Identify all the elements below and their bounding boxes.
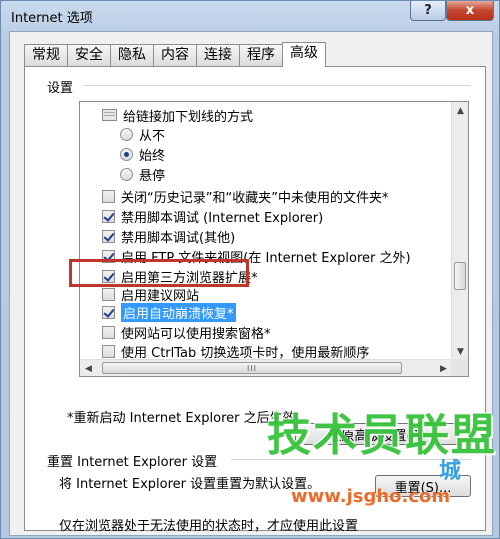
checkbox-icon[interactable] — [102, 229, 115, 243]
tab-programs[interactable]: 程序 — [239, 44, 283, 66]
radio-label: 悬停 — [139, 168, 166, 184]
checkbox-icon[interactable] — [102, 305, 115, 319]
radio-hover[interactable]: 悬停 — [120, 164, 165, 184]
horizontal-scrollbar[interactable]: ◀ III ▶ — [80, 359, 452, 376]
radio-never[interactable]: 从不 — [120, 124, 165, 144]
tab-security[interactable]: 安全 — [67, 44, 111, 66]
scrollbar-corner — [451, 359, 468, 376]
checkbox-icon[interactable] — [102, 189, 115, 203]
scroll-down-arrow-icon[interactable]: ▼ — [452, 343, 468, 360]
checkbox-label: 关闭“历史记录”和“收藏夹”中未使用的文件夹* — [121, 190, 389, 206]
watermark-city: 城 — [439, 459, 462, 484]
checkbox-icon[interactable] — [102, 287, 115, 301]
checkbox-disable-script-debug-ie[interactable]: 禁用脚本调试 (Internet Explorer) — [102, 206, 323, 226]
tab-advanced[interactable]: 高级 — [282, 42, 326, 67]
restart-note: *重新启动 Internet Explorer 之后生效 — [67, 411, 296, 426]
vertical-scrollbar[interactable]: ▲ ▼ — [451, 102, 468, 360]
help-button[interactable]: ? — [410, 1, 446, 21]
checkbox-label: 启用建议网站 — [121, 288, 200, 304]
checkbox-label: 使用 CtrlTab 切换选项卡时，使用最新顺序 — [121, 345, 370, 361]
checkbox-label: 禁用脚本调试(其他) — [121, 230, 236, 246]
radio-label: 始终 — [139, 148, 166, 164]
checkbox-icon[interactable] — [102, 325, 115, 339]
red-highlight-annotation — [69, 259, 249, 287]
checkbox-disable-script-debug-other[interactable]: 禁用脚本调试(其他) — [102, 226, 235, 246]
watermark-brand: 技术员联盟 — [267, 410, 497, 461]
scroll-right-arrow-icon[interactable]: ▶ — [435, 360, 452, 376]
checkbox-label: 启用自动崩溃恢复* — [121, 302, 236, 322]
scroll-left-arrow-icon[interactable]: ◀ — [80, 360, 97, 376]
settings-divider — [83, 85, 471, 86]
window-title: Internet 选项 — [11, 11, 93, 26]
settings-group-label: 设置 — [47, 81, 74, 96]
checkbox-auto-crash-recovery[interactable]: 启用自动崩溃恢复* — [102, 302, 236, 322]
internet-options-window: Internet 选项 ? x 常规 安全 隐私 内容 连接 程序 高级 设置 … — [0, 0, 500, 539]
checkbox-ctrl-tab-order[interactable]: 使用 CtrlTab 切换选项卡时，使用最新顺序 — [102, 341, 369, 360]
checkbox-suggested-sites[interactable]: 启用建议网站 — [102, 284, 199, 304]
tab-privacy[interactable]: 隐私 — [110, 44, 154, 66]
radio-icon[interactable] — [120, 127, 133, 141]
radio-always[interactable]: 始终 — [120, 144, 165, 164]
scroll-up-arrow-icon[interactable]: ▲ — [452, 102, 468, 119]
settings-list[interactable]: 给链接加下划线的方式 从不 始终 悬停 关闭“历史记录”和“收藏夹”中未使用的文… — [79, 101, 469, 377]
horizontal-scroll-thumb[interactable]: III — [102, 362, 402, 374]
radio-icon[interactable] — [120, 167, 133, 181]
tab-connections[interactable]: 连接 — [196, 44, 240, 66]
tab-strip: 常规 安全 隐私 内容 连接 程序 高级 — [24, 42, 326, 67]
radio-label: 从不 — [139, 128, 166, 144]
radio-icon[interactable] — [120, 147, 133, 161]
checkbox-close-unused-folders[interactable]: 关闭“历史记录”和“收藏夹”中未使用的文件夹* — [102, 186, 388, 206]
settings-folder-icon — [102, 109, 117, 121]
reset-description: 将 Internet Explorer 设置重置为默认设置。 — [59, 477, 321, 492]
list-item-text: 给链接加下划线的方式 — [123, 109, 254, 125]
checkbox-label: 使网站可以使用搜索窗格* — [121, 326, 271, 342]
checkbox-icon[interactable] — [102, 209, 115, 223]
close-button[interactable]: x — [446, 1, 494, 21]
title-bar: Internet 选项 ? x — [1, 1, 499, 31]
checkbox-icon[interactable] — [102, 344, 115, 358]
checkbox-search-pane[interactable]: 使网站可以使用搜索窗格* — [102, 322, 271, 342]
checkbox-label: 禁用脚本调试 (Internet Explorer) — [121, 210, 324, 226]
list-item-underline-links: 给链接加下划线的方式 — [102, 105, 253, 125]
reset-section-title: 重置 Internet Explorer 设置 — [47, 455, 218, 470]
vertical-scroll-thumb[interactable] — [454, 262, 466, 290]
reset-warning-text: 仅在浏览器处于无法使用的状态时，才应使用此设置 — [59, 519, 359, 534]
watermark-url: www.jsgho.com — [291, 486, 451, 507]
tab-general[interactable]: 常规 — [24, 44, 68, 66]
settings-list-viewport: 给链接加下划线的方式 从不 始终 悬停 关闭“历史记录”和“收藏夹”中未使用的文… — [80, 102, 452, 360]
tab-content[interactable]: 内容 — [153, 44, 197, 66]
